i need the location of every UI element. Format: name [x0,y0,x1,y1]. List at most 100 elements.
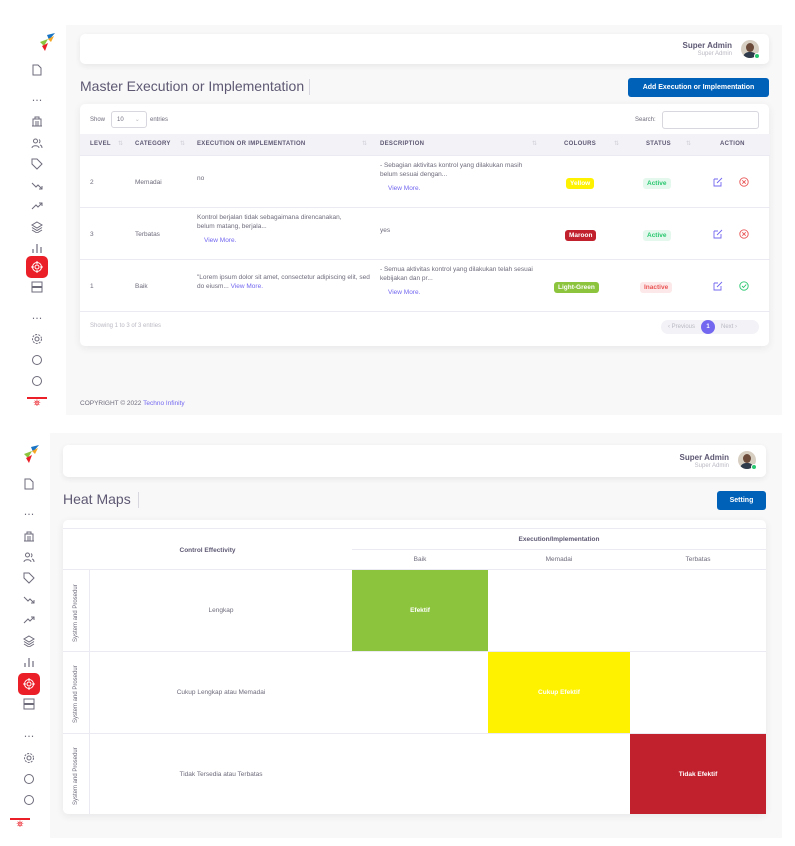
delete-icon[interactable] [739,229,749,239]
row-label-lengkap: Lengkap [208,607,234,614]
server-icon[interactable] [29,279,45,295]
view-more-link[interactable]: View More. [231,283,263,290]
cell-description: - Sebagian aktivitas kontrol yang dilaku… [380,162,523,178]
sidebar: ··· ··· ⛯ [0,425,50,846]
app-logo[interactable] [22,445,40,463]
app-badge-icon: ⛯ [27,397,47,413]
building-icon[interactable] [29,113,45,129]
circle-icon[interactable] [29,352,45,368]
server-icon[interactable] [21,696,37,712]
bar-chart-icon[interactable] [29,240,45,256]
view-more-link[interactable]: View More. [204,236,236,245]
next-button[interactable]: Next › [721,324,737,330]
col-terbatas: Terbatas [685,556,711,563]
circle-icon[interactable] [21,792,37,808]
trend-up-icon[interactable] [29,198,45,214]
colour-badge: Yellow [566,178,595,189]
heat-cell-tidak-efektif[interactable]: Tidak Efektif [630,734,766,814]
status-badge: Active [643,178,671,189]
trend-up-icon[interactable] [21,612,37,628]
layers-icon[interactable] [21,633,37,649]
page-1-button[interactable]: 1 [701,320,716,334]
chevron-down-icon: ⌄ [134,116,140,123]
col-level[interactable]: LEVEL [90,141,111,147]
target-icon[interactable] [18,673,40,695]
navbar: Super Admin Super Admin [80,34,769,64]
sort-icon[interactable]: ⇅ [614,140,619,147]
pagination: ‹ Previous 1 Next › [661,320,759,334]
cell-category: Baik [135,283,148,290]
sort-icon[interactable]: ⇅ [686,140,691,147]
footer-company-link[interactable]: Techno Infinity [143,400,185,407]
tag-icon[interactable] [21,570,37,586]
sort-icon[interactable]: ⇅ [362,140,367,147]
user-role: Super Admin [697,51,732,57]
more-icon: ··· [23,507,35,521]
page-title: Master Execution or Implementation [80,78,305,94]
edit-icon[interactable] [713,229,723,239]
row-group-label: System and Prosedur [73,584,79,642]
add-execution-button[interactable]: Add Execution or Implementation [628,78,769,97]
circle-icon[interactable] [29,373,45,389]
table-row: 1 Baik "Lorem ipsum dolor sit amet, cons… [80,259,770,311]
footer-copyright: COPYRIGHT © 2022 [80,400,142,407]
view-more-link[interactable]: View More. [388,184,420,193]
table-row: 2 Memadai no - Sebagian aktivitas kontro… [80,155,770,207]
users-icon[interactable] [29,135,45,151]
file-icon[interactable] [21,476,37,492]
user-name: Super Admin [679,453,729,462]
cell-level: 1 [90,283,94,290]
table-bottom-border [80,311,770,312]
online-status-dot [751,464,757,470]
delete-icon[interactable] [739,177,749,187]
entries-select[interactable]: 10 ⌄ [111,111,147,128]
sort-icon[interactable]: ⇅ [118,140,123,147]
previous-button[interactable]: ‹ Previous [668,324,695,330]
control-effectivity-header: Control Effectivity [179,546,236,554]
search-input[interactable] [662,111,759,129]
col-category[interactable]: CATEGORY [135,141,171,147]
layers-icon[interactable] [29,219,45,235]
circle-icon[interactable] [21,771,37,787]
activate-icon[interactable] [739,281,749,291]
trend-down-icon[interactable] [29,177,45,193]
app-logo[interactable] [38,33,56,51]
navbar: Super Admin Super Admin [63,445,766,477]
cell-execution: Kontrol berjalan tidak sebagaimana diren… [197,214,342,230]
table-row: 3 Terbatas Kontrol berjalan tidak sebaga… [80,207,770,259]
col-description[interactable]: DESCRIPTION [380,141,424,147]
more-icon: ··· [31,311,43,325]
settings-icon[interactable] [21,750,37,766]
status-badge: Active [643,230,671,241]
col-execution[interactable]: EXECUTION OR IMPLEMENTATION [197,141,306,147]
edit-icon[interactable] [713,281,723,291]
tag-icon[interactable] [29,156,45,172]
view-more-link[interactable]: View More. [388,288,420,297]
cell-category: Memadai [135,179,162,186]
entries-label: entries [150,117,169,123]
col-action: ACTION [720,141,745,147]
trend-down-icon[interactable] [21,591,37,607]
col-status[interactable]: STATUS [646,141,671,147]
users-icon[interactable] [21,549,37,565]
cell-level: 2 [90,179,94,186]
bar-chart-icon[interactable] [21,654,37,670]
col-colours[interactable]: COLOURS [564,141,596,147]
row-label-tidak-tersedia: Tidak Tersedia atau Terbatas [179,770,263,778]
heat-map-card: Control Effectivity Execution/Implementa… [63,520,766,814]
settings-icon[interactable] [29,331,45,347]
sort-icon[interactable]: ⇅ [532,140,537,147]
target-icon[interactable] [26,256,48,278]
heat-cell-cukup-efektif[interactable]: Cukup Efektif [488,652,630,733]
edit-icon[interactable] [713,177,723,187]
row-group-label: System and Prosedur [73,665,79,723]
setting-button[interactable]: Setting [717,491,766,510]
sort-icon[interactable]: ⇅ [180,140,185,147]
building-icon[interactable] [21,528,37,544]
cell-execution-text: "Lorem ipsum dolor sit amet, consectetur… [197,274,370,290]
title-divider [138,492,139,508]
file-icon[interactable] [29,62,45,78]
footer: COPYRIGHT © 2022 Techno Infinity [80,400,185,407]
show-label: Show [90,117,106,123]
heat-cell-efektif[interactable]: Efektif [352,570,488,651]
